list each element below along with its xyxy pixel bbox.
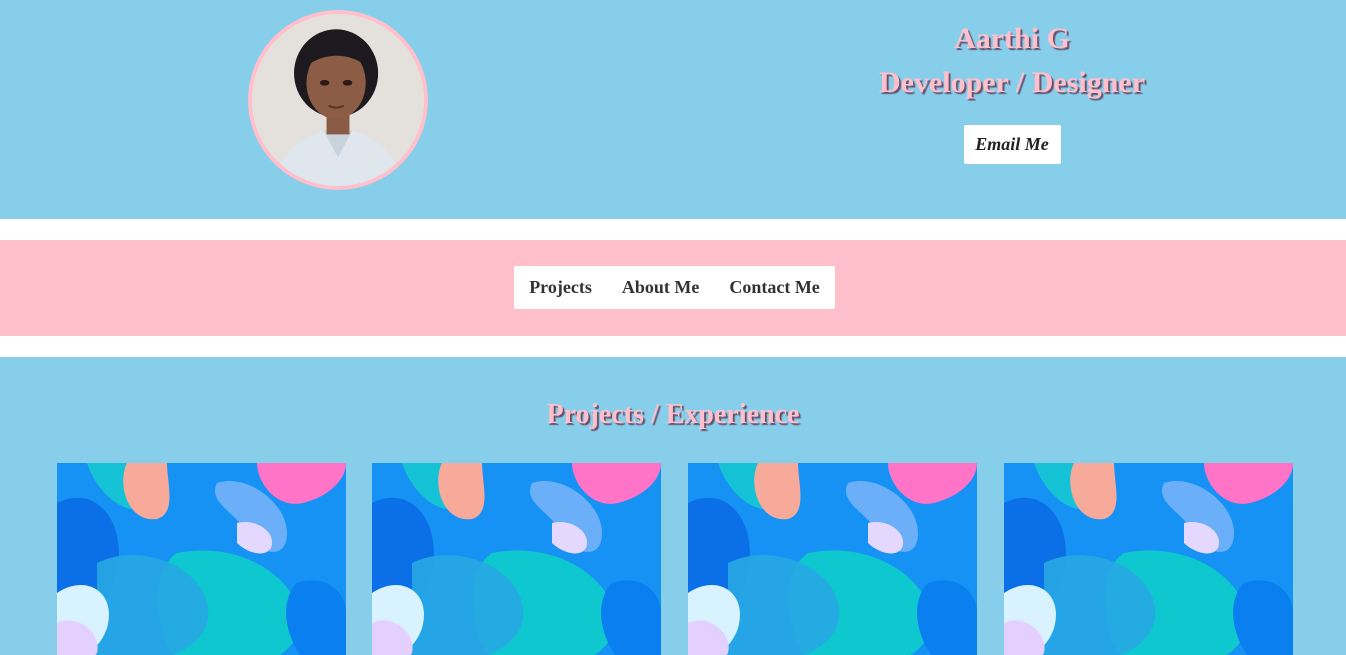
nav-band: Projects About Me Contact Me: [0, 240, 1346, 336]
abstract-blob-background-icon: [688, 463, 977, 655]
profile-photo-icon: [252, 14, 424, 186]
nav-contact-link[interactable]: Contact Me: [729, 277, 819, 298]
project-card[interactable]: [688, 463, 977, 655]
abstract-blob-background-icon: [372, 463, 661, 655]
projects-section: Projects / Experience: [0, 357, 1346, 655]
nav-projects-link[interactable]: Projects: [529, 277, 592, 298]
avatar: [248, 10, 428, 190]
main-nav: Projects About Me Contact Me: [514, 266, 835, 309]
nav-about-link[interactable]: About Me: [622, 277, 700, 298]
profile-role: Developer / Designer: [878, 66, 1146, 99]
header: Aarthi G Developer / Designer Email Me: [0, 0, 1346, 219]
abstract-blob-background-icon: [1004, 463, 1293, 655]
email-me-button[interactable]: Email Me: [963, 125, 1061, 164]
project-card[interactable]: [57, 463, 346, 655]
intro: Aarthi G Developer / Designer Email Me: [812, 17, 1212, 164]
project-card[interactable]: [1004, 463, 1293, 655]
projects-title: Projects / Experience: [546, 399, 800, 430]
project-card[interactable]: [372, 463, 661, 655]
profile-name: Aarthi G: [954, 22, 1070, 55]
abstract-blob-background-icon: [57, 463, 346, 655]
